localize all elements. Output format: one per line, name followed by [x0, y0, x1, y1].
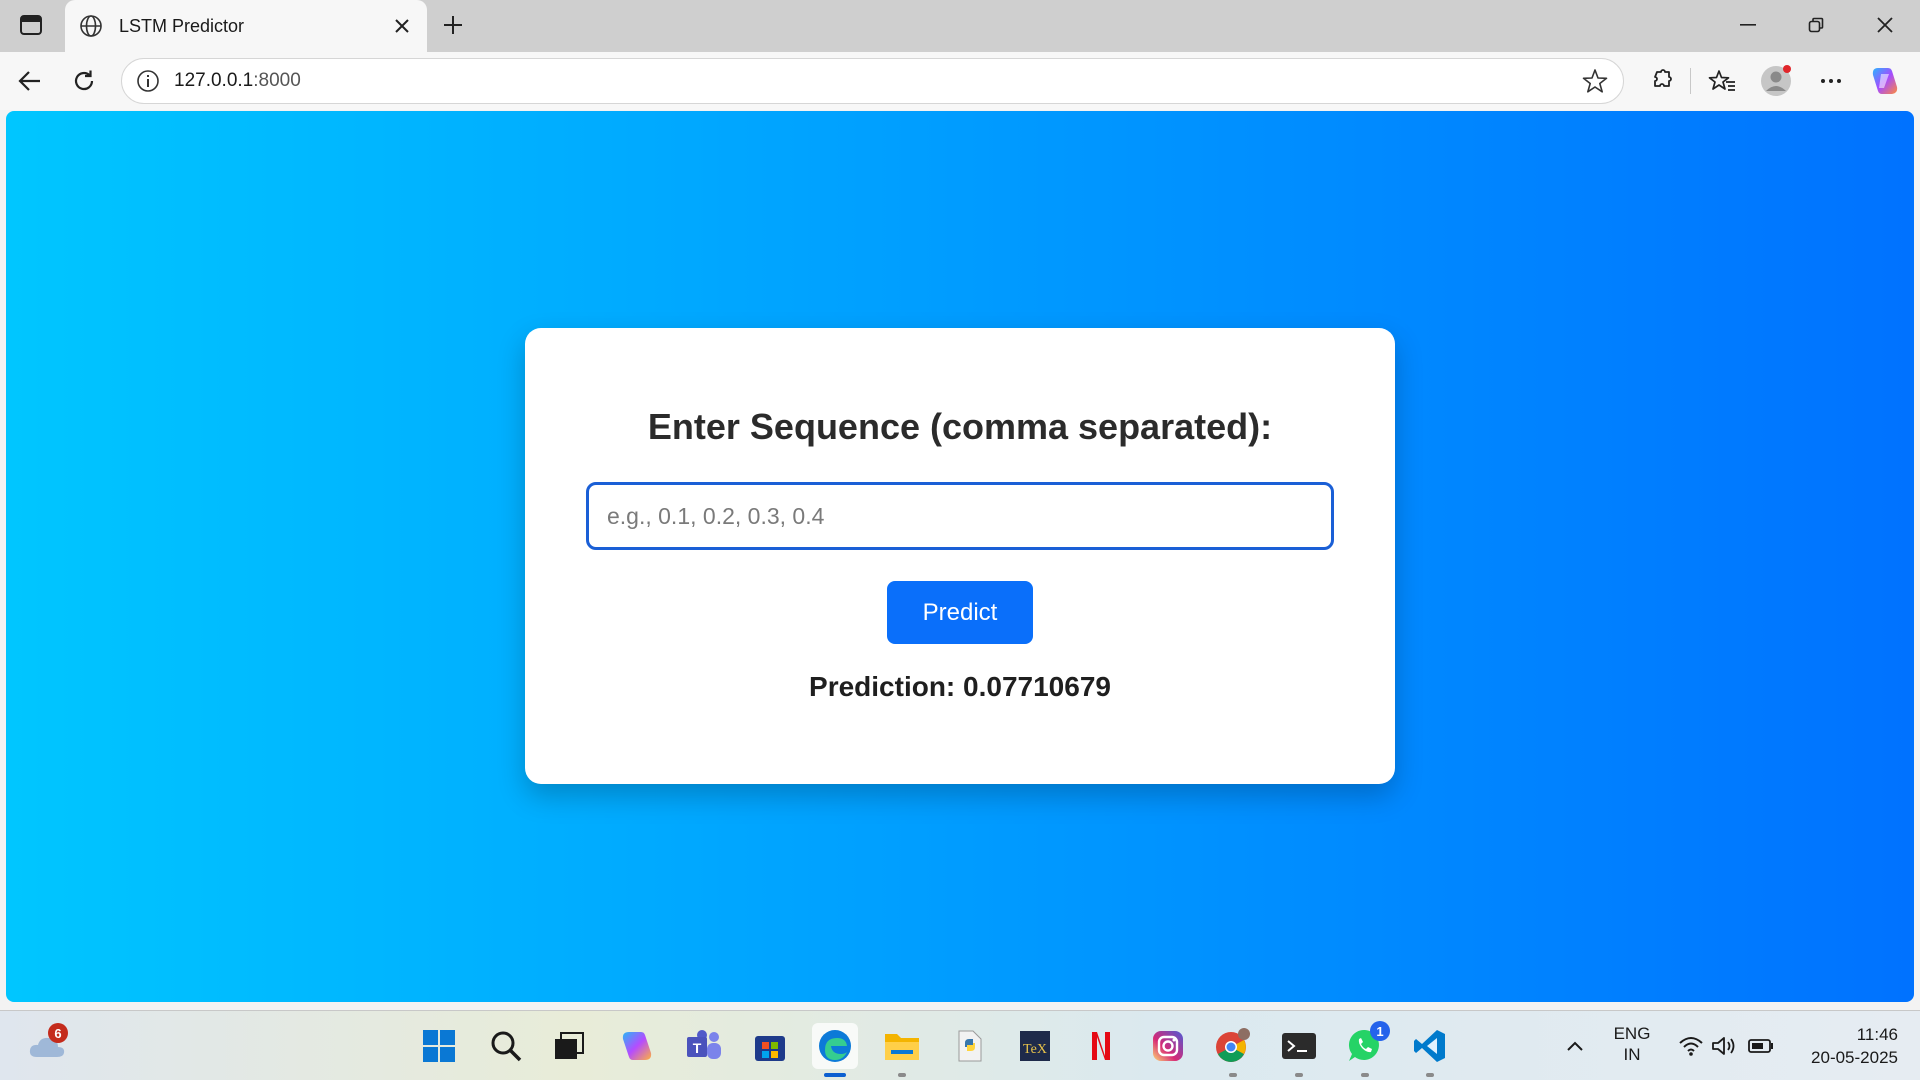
chevron-up-icon[interactable]: [1552, 1023, 1598, 1069]
chrome-icon[interactable]: [1210, 1023, 1256, 1077]
minimize-icon[interactable]: [1725, 8, 1771, 42]
lang-line2: IN: [1623, 1045, 1641, 1064]
vscode-indicator: [1426, 1073, 1434, 1077]
weather-widget-icon[interactable]: 6: [24, 1023, 70, 1069]
clock-date: 20-05-2025: [1811, 1048, 1898, 1067]
site-info-icon[interactable]: [136, 69, 160, 93]
toolbar-divider: [1690, 68, 1691, 94]
url-text: 127.0.0.1:8000: [174, 70, 1581, 92]
task-view-icon[interactable]: [546, 1023, 592, 1069]
predict-button[interactable]: Predict: [887, 581, 1033, 644]
clock-time: 11:46: [1856, 1025, 1898, 1044]
edge-icon[interactable]: [812, 1023, 858, 1077]
globe-icon: [79, 14, 103, 38]
address-bar[interactable]: 127.0.0.1:8000: [121, 58, 1624, 104]
copilot-browser-icon[interactable]: [1868, 64, 1902, 98]
new-tab-icon[interactable]: [438, 10, 468, 40]
start-icon[interactable]: [416, 1023, 462, 1069]
file-explorer-icon[interactable]: [879, 1023, 925, 1077]
restore-icon[interactable]: [1793, 8, 1839, 42]
prediction-result: Prediction: 0.07710679: [809, 671, 1111, 702]
whatsapp-icon[interactable]: 1: [1342, 1021, 1390, 1077]
back-icon[interactable]: [13, 64, 47, 98]
battery-icon[interactable]: [1738, 1023, 1784, 1069]
svg-text:TeX: TeX: [1023, 1042, 1047, 1057]
extensions-icon[interactable]: [1644, 64, 1678, 98]
taskbar: 6 T TeX 1 ENG IN 11:46 20-05-2025: [0, 1010, 1920, 1080]
texstudio-icon[interactable]: TeX: [1012, 1023, 1058, 1069]
favorites-icon[interactable]: [1705, 64, 1739, 98]
tab-lstm-predictor[interactable]: LSTM Predictor: [65, 0, 427, 52]
url-port: :8000: [253, 70, 301, 91]
whatsapp-indicator: [1361, 1073, 1369, 1077]
sequence-input[interactable]: [586, 482, 1334, 550]
close-window-icon[interactable]: [1862, 8, 1908, 42]
teams-icon[interactable]: T: [681, 1023, 727, 1069]
favorite-star-icon[interactable]: [1581, 67, 1609, 95]
clock[interactable]: 11:46 20-05-2025: [1792, 1023, 1898, 1069]
svg-text:T: T: [693, 1040, 702, 1056]
store-icon[interactable]: [747, 1023, 793, 1069]
profile-avatar-icon[interactable]: [1759, 64, 1793, 98]
predictor-card: Enter Sequence (comma separated): Predic…: [525, 328, 1395, 784]
sidebar-toggle-icon[interactable]: [18, 12, 44, 38]
chrome-indicator: [1229, 1073, 1237, 1077]
language-indicator[interactable]: ENG IN: [1600, 1023, 1664, 1065]
tab-close-icon[interactable]: [391, 15, 413, 37]
copilot-icon[interactable]: [614, 1023, 660, 1069]
terminal-indicator: [1295, 1073, 1303, 1077]
search-icon[interactable]: [483, 1023, 529, 1069]
more-options-icon[interactable]: [1814, 64, 1848, 98]
tab-title: LSTM Predictor: [119, 15, 245, 36]
explorer-indicator: [898, 1073, 906, 1077]
weather-badge: 6: [48, 1023, 68, 1043]
refresh-icon[interactable]: [67, 64, 101, 98]
url-host: 127.0.0.1: [174, 70, 254, 91]
vscode-icon[interactable]: [1407, 1023, 1453, 1077]
whatsapp-badge: 1: [1370, 1021, 1390, 1041]
lang-line1: ENG: [1613, 1024, 1651, 1043]
terminal-icon[interactable]: [1276, 1023, 1322, 1077]
page-heading: Enter Sequence (comma separated):: [647, 406, 1273, 447]
edge-active-indicator: [824, 1073, 846, 1077]
browser-titlebar: LSTM Predictor: [0, 0, 1920, 52]
browser-toolbar: 127.0.0.1:8000: [0, 52, 1920, 110]
page-background: Enter Sequence (comma separated): Predic…: [6, 111, 1914, 1002]
netflix-icon[interactable]: [1078, 1023, 1124, 1069]
instagram-icon[interactable]: [1145, 1023, 1191, 1069]
python-icon[interactable]: [946, 1023, 992, 1069]
